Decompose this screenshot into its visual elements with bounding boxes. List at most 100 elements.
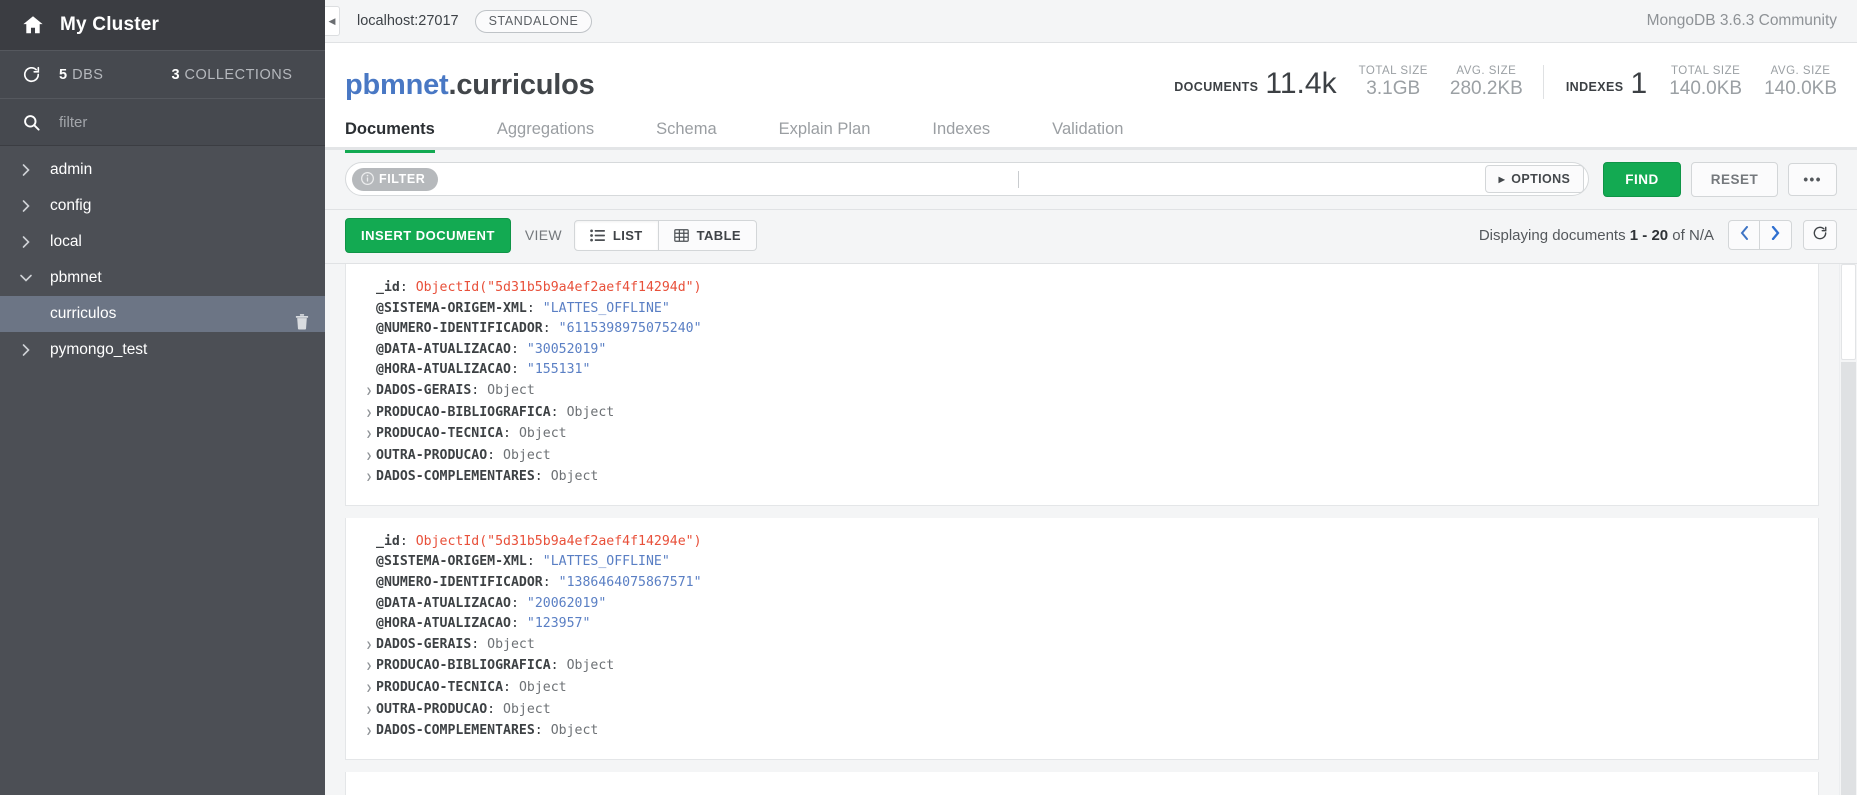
documents-scroll-container: _id: ObjectId("5d31b5b9a4ef2aef4f14294d"…	[325, 263, 1839, 795]
documents-label: DOCUMENTS	[1174, 79, 1259, 94]
query-bar: FILTER ▶ OPTIONS FIND RESET •••	[325, 149, 1857, 210]
document-field[interactable]: _id: ObjectId("5d31b5b9a4ef2aef4f14294d"…	[366, 278, 1798, 299]
database-count: 5 DBS	[59, 67, 103, 83]
find-button[interactable]: FIND	[1603, 161, 1681, 197]
cluster-name: My Cluster	[60, 14, 160, 35]
sidebar-filter-input[interactable]	[59, 113, 259, 131]
field-value: Object	[487, 636, 535, 652]
chevron-right-icon[interactable]: ❯	[366, 468, 376, 489]
document-field[interactable]: @SISTEMA-ORIGEM-XML: "LATTES_OFFLINE"	[366, 552, 1798, 573]
chevron-right-icon[interactable]: ❯	[366, 636, 376, 657]
field-colon: :	[503, 426, 519, 442]
document-field[interactable]: _id: ObjectId("5d31b5b9a4ef2aef4f14294e"…	[366, 532, 1798, 553]
sidebar-database-pymongo-test[interactable]: pymongo_test	[0, 332, 325, 368]
sidebar-database-pbmnet[interactable]: pbmnet	[0, 260, 325, 296]
sidebar: My Cluster 5 DBS 3 COLLECTIONS filter ad…	[0, 0, 325, 795]
documents-scrollbar[interactable]	[1839, 263, 1857, 795]
prev-page-button[interactable]	[1728, 220, 1760, 251]
field-key: PRODUCAO-TECNICA	[376, 680, 504, 696]
tab-schema[interactable]: Schema	[656, 120, 717, 150]
document-field[interactable]: ❯ PRODUCAO-TECNICA: Object	[366, 678, 1798, 700]
field-value: ObjectId("5d31b5b9a4ef2aef4f14294d")	[415, 279, 702, 295]
view-mode-table-button[interactable]: TABLE	[658, 219, 758, 251]
sidebar-database-config[interactable]: config	[0, 188, 325, 224]
tab-indexes[interactable]: Indexes	[932, 120, 990, 150]
chevron-right-icon[interactable]: ❯	[366, 701, 376, 722]
indexes-label: INDEXES	[1565, 79, 1624, 94]
document-card[interactable]: _id: ObjectId("5d31b5b9a4ef2aef4f14294e"…	[345, 517, 1819, 760]
document-field[interactable]: ❯ DADOS-COMPLEMENTARES: Object	[366, 467, 1798, 489]
field-value: "LATTES_OFFLINE"	[542, 554, 670, 570]
pagination: Displaying documents 1 - 20 of N/A	[1479, 220, 1837, 251]
more-options-button[interactable]: •••	[1788, 162, 1837, 197]
field-key: @NUMERO-IDENTIFICADOR	[376, 575, 543, 591]
sidebar-collapse-button[interactable]: ◀	[325, 6, 340, 36]
document-field[interactable]: @HORA-ATUALIZACAO: "123957"	[366, 614, 1798, 635]
document-card[interactable]	[345, 771, 1819, 795]
document-field[interactable]: @NUMERO-IDENTIFICADOR: "6115398975075240…	[366, 319, 1798, 340]
options-button[interactable]: ▶ OPTIONS	[1484, 165, 1585, 194]
sidebar-database-admin[interactable]: admin	[0, 152, 325, 188]
field-colon: :	[503, 680, 519, 696]
field-value: Object	[550, 469, 599, 485]
refresh-documents-button[interactable]	[1803, 220, 1837, 251]
document-field[interactable]: ❯ PRODUCAO-BIBLIOGRAFICA: Object	[366, 656, 1798, 678]
tab-aggregations[interactable]: Aggregations	[497, 120, 594, 150]
sidebar-collection-curriculos[interactable]: curriculos	[0, 296, 325, 332]
next-page-button[interactable]	[1760, 220, 1792, 251]
reset-button[interactable]: RESET	[1690, 161, 1779, 197]
document-field[interactable]: ❯ PRODUCAO-BIBLIOGRAFICA: Object	[366, 403, 1798, 425]
filter-pill[interactable]: FILTER	[352, 167, 439, 191]
field-colon: :	[550, 404, 567, 420]
documents-area: _id: ObjectId("5d31b5b9a4ef2aef4f14294d"…	[325, 263, 1857, 795]
chevron-right-icon[interactable]: ❯	[366, 679, 376, 700]
chevron-right-icon[interactable]: ❯	[366, 404, 376, 425]
document-field[interactable]: @NUMERO-IDENTIFICADOR: "1386464075867571…	[366, 573, 1798, 594]
document-field[interactable]: @DATA-ATUALIZACAO: "20062019"	[366, 594, 1798, 615]
server-version: MongoDB 3.6.3 Community	[1646, 12, 1837, 29]
document-field[interactable]: ❯ OUTRA-PRODUCAO: Object	[366, 700, 1798, 722]
field-colon: :	[534, 469, 551, 485]
document-card[interactable]: _id: ObjectId("5d31b5b9a4ef2aef4f14294d"…	[345, 263, 1819, 506]
connection-topbar: ◀ localhost:27017 STANDALONE MongoDB 3.6…	[325, 0, 1857, 43]
field-key: _id	[376, 279, 400, 295]
tab-explain-plan[interactable]: Explain Plan	[779, 120, 871, 150]
refresh-icon[interactable]	[22, 65, 59, 84]
document-field[interactable]: @HORA-ATUALIZACAO: "155131"	[366, 360, 1798, 381]
view-mode-list-button[interactable]: LIST	[573, 219, 659, 251]
document-field[interactable]: ❯ DADOS-GERAIS: Object	[366, 635, 1798, 657]
info-icon	[361, 172, 379, 186]
tab-validation[interactable]: Validation	[1052, 120, 1123, 150]
document-field[interactable]: ❯ OUTRA-PRODUCAO: Object	[366, 446, 1798, 468]
sidebar-filter-row[interactable]	[0, 99, 325, 146]
field-colon: :	[510, 341, 527, 357]
document-field[interactable]: ❯ DADOS-GERAIS: Object	[366, 381, 1798, 403]
scrollbar-thumb[interactable]	[1841, 263, 1856, 360]
filter-input-wrapper[interactable]: FILTER ▶ OPTIONS	[345, 162, 1590, 197]
chevron-right-icon[interactable]: ❯	[366, 382, 376, 403]
tab-documents[interactable]: Documents	[345, 120, 435, 153]
main-content: ◀ localhost:27017 STANDALONE MongoDB 3.6…	[325, 0, 1857, 795]
document-toolbar: INSERT DOCUMENT VIEW LIST TABLE Displayi…	[325, 209, 1857, 264]
document-field[interactable]: ❯ DADOS-COMPLEMENTARES: Object	[366, 721, 1798, 743]
collection-tabs: Documents Aggregations Schema Explain Pl…	[325, 120, 1857, 153]
chevron-right-icon[interactable]: ❯	[366, 425, 376, 446]
sidebar-database-local[interactable]: local	[0, 224, 325, 260]
chevron-right-icon[interactable]: ❯	[366, 447, 376, 468]
scrollbar-track[interactable]	[1841, 361, 1856, 795]
database-count-label: DBS	[72, 66, 104, 83]
chevron-right-icon[interactable]: ❯	[366, 657, 376, 678]
document-field[interactable]: @DATA-ATUALIZACAO: "30052019"	[366, 340, 1798, 361]
pagination-text: Displaying documents 1 - 20 of N/A	[1479, 227, 1714, 244]
collection-count: 3 COLLECTIONS	[171, 67, 292, 83]
topology-badge: STANDALONE	[474, 9, 593, 33]
sidebar-cluster-header[interactable]: My Cluster	[0, 0, 325, 51]
chevron-right-icon[interactable]: ❯	[366, 722, 376, 743]
home-icon	[22, 14, 60, 36]
document-field[interactable]: @SISTEMA-ORIGEM-XML: "LATTES_OFFLINE"	[366, 299, 1798, 320]
collection-stats: DOCUMENTS 11.4k TOTAL SIZE 3.1GB AVG. SI…	[1174, 65, 1837, 102]
field-key: PRODUCAO-BIBLIOGRAFICA	[376, 404, 551, 420]
insert-document-button[interactable]: INSERT DOCUMENT	[345, 217, 511, 253]
document-field[interactable]: ❯ PRODUCAO-TECNICA: Object	[366, 424, 1798, 446]
field-key: DADOS-COMPLEMENTARES	[376, 723, 535, 739]
